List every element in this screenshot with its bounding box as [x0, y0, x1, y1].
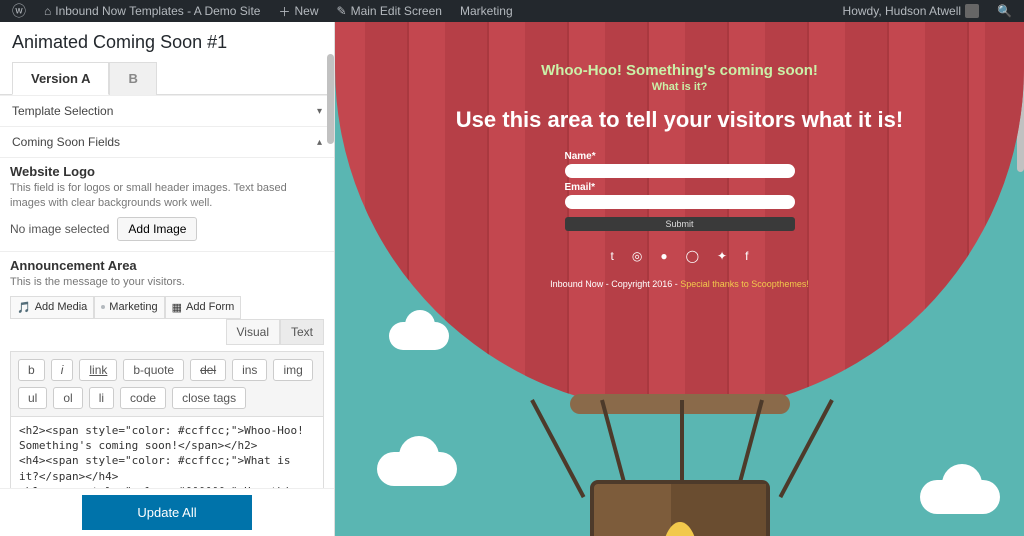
update-all-button[interactable]: Update All — [82, 495, 252, 530]
hero-headline: Use this area to tell your visitors what… — [335, 107, 1024, 133]
tab-version-a[interactable]: Version A — [12, 62, 109, 95]
qt-code[interactable]: code — [120, 387, 166, 409]
qt-close[interactable]: close tags — [172, 387, 246, 409]
tab-version-b[interactable]: B — [109, 62, 156, 95]
site-title: Inbound Now Templates - A Demo Site — [55, 4, 260, 18]
cloud-icon — [389, 322, 449, 350]
ab-tabs: Version A B — [0, 61, 334, 95]
section-title: Announcement Area — [10, 258, 324, 273]
btn-label: Marketing — [109, 301, 157, 313]
cloud-icon — [920, 480, 1000, 514]
text-tab[interactable]: Text — [280, 319, 324, 345]
tumblr-icon[interactable]: t — [611, 249, 614, 263]
plus-icon: ＋ — [278, 3, 290, 20]
btn-label: Add Media — [35, 301, 88, 313]
caret-up-icon: ▴ — [317, 137, 322, 148]
home-icon: ⌂ — [44, 4, 51, 18]
search-icon: 🔍 — [997, 4, 1012, 18]
wp-admin-bar: ⓦ ⌂ Inbound Now Templates - A Demo Site ＋… — [0, 0, 1024, 22]
qt-italic[interactable]: i — [51, 359, 74, 381]
preview-pane: Whoo-Hoo! Something's coming soon! What … — [335, 22, 1024, 536]
credits-special[interactable]: Special thanks to Scoopthemes! — [680, 279, 809, 289]
qt-ul[interactable]: ul — [18, 387, 47, 409]
name-input[interactable] — [565, 164, 795, 178]
form-icon: ▦ — [172, 301, 182, 314]
hero-line2: What is it? — [335, 81, 1024, 93]
social-row: t ◎ ● ◯ ✦ f — [335, 249, 1024, 263]
accordion-template-selection[interactable]: Template Selection ▾ — [0, 95, 334, 126]
balloon-basket — [590, 480, 770, 536]
qt-ol[interactable]: ol — [53, 387, 82, 409]
qt-label: del — [200, 363, 216, 377]
media-icon: 🎵 — [17, 301, 31, 314]
submit-button[interactable]: Submit — [565, 217, 795, 231]
section-title: Website Logo — [10, 164, 324, 179]
accordion-label: Coming Soon Fields — [12, 135, 120, 149]
pencil-icon: ✎ — [337, 4, 347, 18]
cloud-icon — [377, 452, 457, 486]
qt-li[interactable]: li — [89, 387, 114, 409]
twitter-icon[interactable]: ✦ — [717, 249, 727, 263]
caret-down-icon: ▾ — [317, 106, 322, 117]
dot-icon — [101, 305, 105, 309]
update-bar: Update All — [0, 488, 334, 536]
page-title: Animated Coming Soon #1 — [0, 22, 334, 61]
visual-tab[interactable]: Visual — [226, 319, 280, 345]
search-button[interactable]: 🔍 — [991, 4, 1018, 18]
add-form-button[interactable]: ▦ Add Form — [165, 296, 242, 319]
qt-label: i — [61, 363, 64, 377]
marketing-label: Marketing — [460, 4, 513, 18]
add-image-button[interactable]: Add Image — [117, 217, 197, 241]
instagram-icon[interactable]: ◎ — [632, 249, 642, 263]
marketing-menu[interactable]: Marketing — [454, 4, 519, 18]
section-desc: This is the message to your visitors. — [10, 275, 324, 290]
sidebar-scrollbar[interactable] — [327, 54, 334, 144]
signup-form: Name* Email* Submit — [565, 151, 795, 231]
hero-content: Whoo-Hoo! Something's coming soon! What … — [335, 62, 1024, 289]
name-label: Name* — [565, 151, 795, 162]
howdy-text: Howdy, Hudson Atwell — [843, 4, 962, 18]
site-link[interactable]: ⌂ Inbound Now Templates - A Demo Site — [38, 4, 266, 18]
section-website-logo: Website Logo This field is for logos or … — [0, 157, 334, 251]
editor-sidebar: Animated Coming Soon #1 Version A B Temp… — [0, 22, 335, 536]
accordion-coming-soon-fields[interactable]: Coming Soon Fields ▴ — [0, 126, 334, 157]
main-edit-label: Main Edit Screen — [351, 4, 442, 18]
new-button[interactable]: ＋ New — [272, 3, 324, 20]
qt-del[interactable]: del — [190, 359, 226, 381]
credits-main: Inbound Now - Copyright 2016 - — [550, 279, 680, 289]
section-desc: This field is for logos or small header … — [10, 181, 324, 211]
qt-link[interactable]: link — [79, 359, 117, 381]
new-label: New — [295, 4, 319, 18]
no-image-text: No image selected — [10, 222, 109, 236]
howdy-user[interactable]: Howdy, Hudson Atwell — [837, 4, 986, 18]
add-media-button[interactable]: 🎵 Add Media — [10, 296, 94, 319]
hero-line1: Whoo-Hoo! Something's coming soon! — [335, 62, 1024, 79]
pinterest-icon[interactable]: ● — [660, 249, 667, 263]
wp-logo[interactable]: ⓦ — [6, 4, 32, 18]
qt-img[interactable]: img — [273, 359, 312, 381]
marketing-button[interactable]: Marketing — [94, 296, 164, 319]
btn-label: Add Form — [186, 301, 234, 313]
wordpress-icon: ⓦ — [12, 4, 26, 18]
email-label: Email* — [565, 182, 795, 193]
qt-bold[interactable]: b — [18, 359, 45, 381]
qt-bquote[interactable]: b-quote — [123, 359, 184, 381]
accordion-label: Template Selection — [12, 104, 113, 118]
qt-label: link — [89, 363, 107, 377]
avatar — [965, 4, 979, 18]
facebook-icon[interactable]: f — [745, 249, 748, 263]
credits: Inbound Now - Copyright 2016 - Special t… — [335, 279, 1024, 289]
email-input[interactable] — [565, 195, 795, 209]
main-edit-button[interactable]: ✎ Main Edit Screen — [331, 4, 448, 18]
github-icon[interactable]: ◯ — [686, 249, 699, 263]
quicktags-toolbar: b i link b-quote del ins img ul ol li co… — [10, 351, 324, 416]
editor-toolbar: 🎵 Add Media Marketing ▦ Add Form Visual Te… — [10, 296, 324, 345]
qt-ins[interactable]: ins — [232, 359, 267, 381]
